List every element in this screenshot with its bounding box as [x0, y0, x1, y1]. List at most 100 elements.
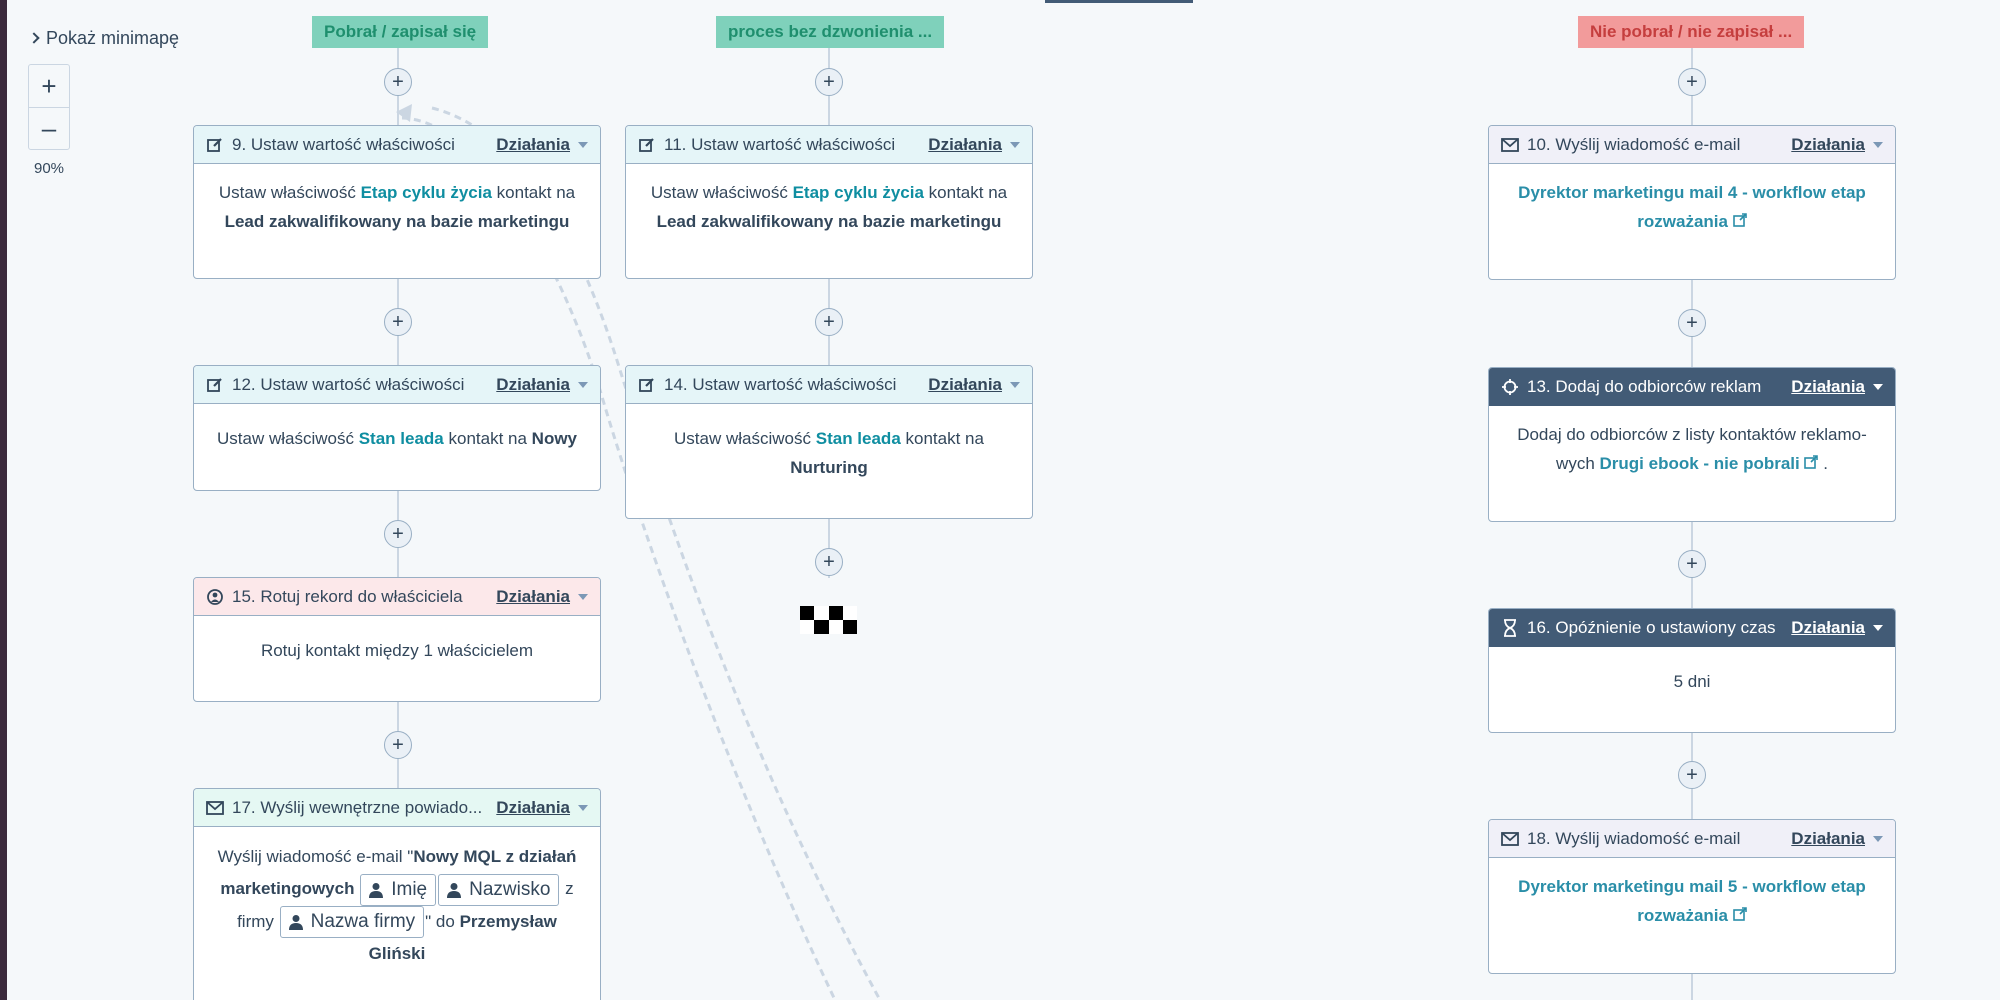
card-body: Ustaw właściwość Etap cyklu życia kontak…: [194, 164, 600, 250]
token-label: Nazwa firmy: [310, 911, 416, 933]
actions-dropdown[interactable]: Działania: [1791, 377, 1883, 397]
add-action-button[interactable]: +: [815, 308, 843, 336]
actions-dropdown[interactable]: Działania: [1791, 829, 1883, 849]
personalization-token[interactable]: Imię: [360, 873, 437, 906]
card-title: 13. Dodaj do odbiorców reklam: [1527, 376, 1762, 396]
property-link[interactable]: Stan leada: [816, 429, 901, 448]
add-action-button[interactable]: +: [1678, 550, 1706, 578]
actions-dropdown[interactable]: Działania: [928, 375, 1020, 395]
rotate-owner-icon: [206, 588, 224, 606]
body-text: Ustaw właściwość: [218, 183, 356, 202]
hourglass-icon: [1501, 618, 1519, 637]
body-text: Wyślij wiadomość e-mail ": [217, 847, 414, 866]
show-minimap-toggle[interactable]: Pokaż minimapę: [28, 28, 179, 49]
actions-dropdown[interactable]: Działania: [1791, 135, 1883, 155]
add-action-button[interactable]: +: [384, 731, 412, 759]
card-header: 11. Ustaw wartość właściwości Działania: [626, 126, 1032, 164]
add-action-button[interactable]: +: [384, 520, 412, 548]
card-body: Ustaw właściwość Etap cyklu życia kontak…: [626, 164, 1032, 250]
card-header: 9. Ustaw wartość właściwości Działania: [194, 126, 600, 164]
property-link[interactable]: Stan leada: [359, 429, 444, 448]
card-header: 14. Ustaw wartość właściwości Działania: [626, 366, 1032, 404]
list-link[interactable]: Drugi ebook - nie pobrali: [1600, 454, 1800, 473]
card-body: Ustaw właściwość Stan leada kontakt na N…: [194, 404, 600, 467]
envelope-icon: [1501, 830, 1519, 848]
caret-down-icon: [578, 804, 588, 811]
actions-label: Działania: [1791, 376, 1865, 396]
add-action-button[interactable]: +: [1678, 309, 1706, 337]
body-text: kontakt na: [905, 429, 984, 448]
actions-label: Działania: [496, 134, 570, 154]
caret-down-icon: [1873, 835, 1883, 842]
person-icon: [288, 915, 303, 931]
actions-dropdown[interactable]: Działania: [1791, 618, 1883, 638]
property-value: Nowy: [531, 429, 578, 448]
actions-dropdown[interactable]: Działania: [928, 135, 1020, 155]
window-edge: [0, 0, 7, 1000]
person-icon: [447, 882, 462, 898]
body-text: Ustaw właściwość: [650, 183, 788, 202]
external-link-icon[interactable]: [1804, 454, 1819, 473]
action-card-17[interactable]: 17. Wyślij wewnętrzne powiado... Działan…: [193, 788, 601, 1000]
property-value: Lead zakwalifikowany na bazie marketingu: [224, 212, 570, 231]
add-action-button[interactable]: +: [384, 68, 412, 96]
action-card-14[interactable]: 14. Ustaw wartość właściwości Działania …: [625, 365, 1033, 519]
add-action-button[interactable]: +: [1678, 68, 1706, 96]
email-link[interactable]: Dyrektor marketingu mail 5 - workflow et…: [1518, 877, 1866, 925]
edit-icon: [206, 376, 224, 394]
zoom-in-button[interactable]: +: [29, 65, 69, 107]
card-header: 12. Ustaw wartość właściwości Działania: [194, 366, 600, 404]
email-link[interactable]: Dyrektor marketingu mail 4 - workflow et…: [1518, 183, 1866, 231]
caret-down-icon: [1010, 141, 1020, 148]
branch-label-left[interactable]: Pobrał / zapisał się: [312, 16, 489, 48]
actions-dropdown[interactable]: Działania: [496, 375, 588, 395]
add-action-button[interactable]: +: [1678, 761, 1706, 789]
actions-dropdown[interactable]: Działania: [496, 798, 588, 818]
ads-target-icon: [1501, 378, 1519, 396]
card-body: Dodaj do odbiorców z listy kontaktów rek…: [1489, 406, 1895, 492]
card-header: 15. Rotuj rekord do właściciela Działani…: [194, 578, 600, 616]
actions-label: Działania: [1791, 828, 1865, 848]
action-card-12[interactable]: 12. Ustaw wartość właściwości Działania …: [193, 365, 601, 491]
personalization-token[interactable]: Nazwa firmy: [279, 906, 425, 939]
action-card-11[interactable]: 11. Ustaw wartość właściwości Działania …: [625, 125, 1033, 279]
body-text: " do: [425, 911, 455, 931]
actions-label: Działania: [496, 586, 570, 606]
card-title: 11. Ustaw wartość właściwości: [664, 134, 896, 154]
zoom-level: 90%: [34, 160, 65, 177]
add-action-button[interactable]: +: [815, 548, 843, 576]
action-card-13[interactable]: 13. Dodaj do odbiorców reklam Działania …: [1488, 367, 1896, 522]
action-card-16[interactable]: 16. Opóźnienie o ustawiony czas Działani…: [1488, 608, 1896, 733]
actions-label: Działania: [1791, 134, 1865, 154]
token-label: Imię: [391, 878, 428, 900]
action-card-10[interactable]: 10. Wyślij wiadomość e-mail Działania Dy…: [1488, 125, 1896, 280]
caret-down-icon: [1873, 141, 1883, 148]
card-title: 14. Ustaw wartość właściwości: [664, 374, 897, 394]
actions-dropdown[interactable]: Działania: [496, 587, 588, 607]
caret-down-icon: [1873, 624, 1883, 631]
action-card-18[interactable]: 18. Wyślij wiadomość e-mail Działania Dy…: [1488, 819, 1896, 974]
add-action-button[interactable]: +: [384, 308, 412, 336]
external-link-icon[interactable]: [1732, 906, 1747, 925]
external-link-icon[interactable]: [1732, 212, 1747, 231]
actions-label: Działania: [928, 374, 1002, 394]
zoom-controls: + –: [28, 64, 70, 150]
action-card-9[interactable]: 9. Ustaw wartość właściwości Działania U…: [193, 125, 601, 279]
add-action-button[interactable]: +: [815, 68, 843, 96]
personalization-token[interactable]: Nazwisko: [438, 873, 560, 906]
body-text: Rotuj kontakt między 1 właścicielem: [260, 641, 534, 660]
branch-label-middle[interactable]: proces bez dzwonienia ...: [716, 16, 945, 48]
property-link[interactable]: Etap cyklu życia: [361, 183, 492, 202]
branch-label-right[interactable]: Nie pobrał / nie zapisał ...: [1578, 16, 1805, 48]
card-title: 18. Wyślij wiadomość e-mail: [1527, 828, 1741, 848]
actions-label: Działania: [1791, 617, 1865, 637]
action-card-15[interactable]: 15. Rotuj rekord do właściciela Działani…: [193, 577, 601, 702]
card-title: 10. Wyślij wiadomość e-mail: [1527, 134, 1741, 154]
card-title: 9. Ustaw wartość właściwości: [232, 134, 455, 154]
zoom-out-button[interactable]: –: [29, 107, 69, 149]
property-link[interactable]: Etap cyklu życia: [793, 183, 924, 202]
card-body: Ustaw właściwość Stan leada kontakt na N…: [626, 404, 1032, 496]
actions-dropdown[interactable]: Działania: [496, 135, 588, 155]
caret-down-icon: [578, 381, 588, 388]
body-text: .: [1823, 454, 1828, 473]
